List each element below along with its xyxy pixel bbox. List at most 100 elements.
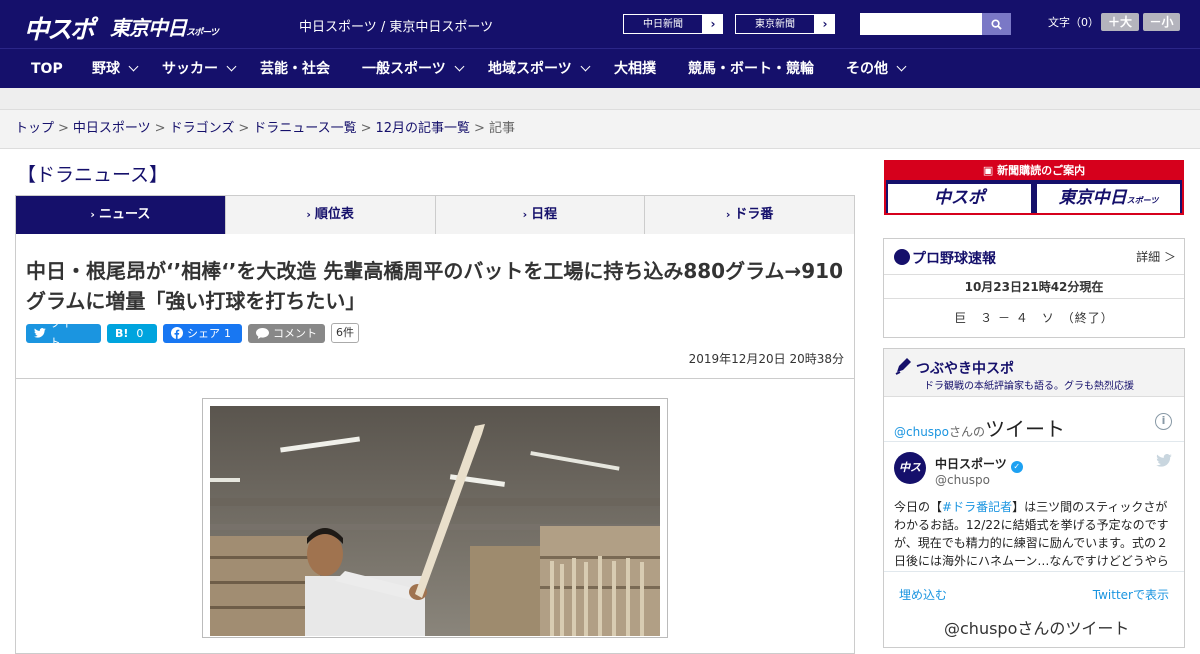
breadcrumb-separator: > (58, 121, 69, 136)
tweet-author-handle[interactable]: @chuspo (935, 473, 990, 487)
breadcrumb-link-chunichi-sports[interactable]: 中日スポーツ (73, 121, 151, 136)
breadcrumb-link-top[interactable]: トップ (15, 121, 54, 136)
tokyo-chunichi-logo[interactable]: 東京中日スポーツ (110, 12, 219, 41)
view-on-twitter-link[interactable]: Twitterで表示 (1093, 586, 1169, 603)
caret-right-icon: › (306, 208, 311, 221)
chunichi-shimbun-link[interactable]: 中日新聞 › (622, 13, 724, 35)
nav-item-soccer[interactable]: サッカー (162, 49, 237, 89)
article-photo[interactable] (210, 406, 660, 636)
tweets-handle-suffix: さんの (949, 425, 986, 439)
chevron-down-icon (226, 61, 237, 72)
tab-label: 順位表 (314, 207, 354, 222)
font-smaller-button[interactable]: －小 (1143, 13, 1180, 31)
site-header: 中スポ 東京中日スポーツ 中日スポーツ / 東京中日スポーツ 中日新聞 › 東京… (0, 0, 1200, 48)
facebook-count: 1 (224, 326, 231, 340)
tweets-handle-link[interactable]: @chuspo (894, 425, 949, 439)
font-larger-button[interactable]: ＋大 (1101, 13, 1139, 31)
subscribe-chuspo-logo: 中スポ (888, 184, 1031, 213)
twitter-bird-icon (34, 328, 46, 338)
subscription-header: ▣ 新聞購読のご案内 (886, 162, 1182, 180)
baseball-scores-widget: プロ野球速報 詳細 ＞ 10月23日21時42分現在 巨 ３ － ４ ソ （終了… (883, 238, 1185, 338)
chevron-down-icon (580, 61, 591, 72)
tokyo-logo-small: スポーツ (186, 28, 219, 38)
tab-standings[interactable]: › 順位表 (226, 196, 436, 234)
tweet-text-pre: 今日の【 (894, 500, 943, 514)
site-title: 中日スポーツ / 東京中日スポーツ (299, 20, 494, 35)
nav-item-other[interactable]: その他 (846, 49, 907, 89)
nav-item-general-sports[interactable]: 一般スポーツ (362, 49, 465, 89)
facebook-share-button[interactable]: シェア 1 (163, 323, 242, 343)
caret-right-icon: › (725, 208, 731, 221)
nav-item-entertainment[interactable]: 芸能・社会 (260, 49, 330, 89)
baseball-icon (894, 249, 910, 265)
more-tweets-link[interactable]: @chuspoさんのツイート (944, 615, 1129, 639)
chuspo-logo[interactable]: 中スポ (24, 10, 95, 46)
divider (16, 378, 854, 379)
tweet-item[interactable]: 中スポ 中日スポーツ ✓ @chuspo 今日の【#ドラ番記者】は三ツ間のスティッ… (884, 442, 1184, 572)
pen-icon (895, 358, 911, 375)
tweet-author-label: 中日スポーツ (935, 457, 1007, 471)
caret-right-icon: › (90, 208, 95, 221)
subscription-header-label: 新聞購読のご案内 (997, 164, 1086, 177)
nav-item-label: 野球 (92, 61, 120, 77)
tab-dora-ban[interactable]: › ドラ番 (645, 196, 854, 234)
newspaper-icon: ▣ (982, 164, 998, 177)
breadcrumb-separator: > (360, 121, 372, 136)
search-icon (991, 18, 1002, 30)
avatar[interactable]: 中スポ (894, 452, 926, 506)
breadcrumb-separator: > (238, 121, 250, 136)
nav-item-top[interactable]: TOP (31, 49, 63, 89)
tab-news[interactable]: › ニュース (16, 196, 226, 242)
search-input[interactable] (860, 13, 982, 35)
nav-item-baseball[interactable]: 野球 (92, 49, 139, 89)
tab-label: 日程 (531, 207, 558, 222)
twitter-bird-icon[interactable] (1156, 454, 1172, 467)
twitter-widget: つぶやき中スポ ドラ観戦の本紙評論家も語る。グラも熱烈応援 @chuspoさんの… (883, 348, 1185, 648)
main-nav: TOP 野球 サッカー 芸能・社会 一般スポーツ 地域スポーツ 大相撲 競馬・ボ… (0, 48, 1200, 88)
breadcrumb-link-december[interactable]: 12月の記事一覧 (376, 121, 471, 136)
font-size-label: 文字（0） (1048, 16, 1099, 29)
nav-item-label: TOP (31, 61, 63, 77)
article-headline: 中日・根尾昂が‘’相棒‘’を大改造 先輩高橋周平のバットを工場に持ち込み880グ… (26, 259, 844, 313)
comment-button[interactable]: コメント (248, 323, 325, 343)
caret-right-icon: › (522, 208, 528, 221)
nav-item-label: 競馬・ボート・競輪 (688, 61, 814, 77)
tab-schedule[interactable]: › 日程 (436, 196, 646, 234)
nav-item-label: 地域スポーツ (488, 61, 572, 77)
nav-item-local-sports[interactable]: 地域スポーツ (488, 49, 591, 89)
nav-item-racing[interactable]: 競馬・ボート・競輪 (688, 49, 814, 89)
info-icon[interactable]: i (1155, 413, 1172, 430)
nav-item-sumo[interactable]: 大相撲 (614, 49, 656, 89)
tweets-handle: @chuspoさんのツイート (894, 413, 1065, 442)
subscribe-tokyo-logo: 東京中日スポーツ (1037, 184, 1180, 213)
subscription-banner[interactable]: ▣ 新聞購読のご案内 中スポ 東京中日スポーツ (884, 160, 1184, 215)
tweet-text: 今日の【#ドラ番記者】は三ツ間のスティックさがわかるお話。12/22に結婚式を挙… (894, 498, 1176, 570)
chevron-down-icon (896, 61, 907, 72)
tweet-label: ツイート (49, 317, 83, 349)
embed-link[interactable]: 埋め込む (899, 586, 947, 603)
nav-item-label: 一般スポーツ (362, 61, 446, 77)
hatena-label: B! (115, 326, 129, 340)
tokyo-shimbun-link[interactable]: 東京新聞 › (734, 13, 836, 35)
scores-detail-link[interactable]: 詳細 ＞ (1136, 248, 1176, 265)
breadcrumb-link-dragons[interactable]: ドラゴンズ (170, 121, 235, 136)
tweet-button[interactable]: ツイート (26, 317, 101, 349)
subscribe-tokyo-small: スポーツ (1126, 196, 1159, 205)
chevron-down-icon (454, 61, 465, 72)
tweets-footer: 埋め込む Twitterで表示 (884, 572, 1184, 618)
nav-item-label: 芸能・社会 (260, 61, 330, 77)
search-button[interactable] (982, 13, 1011, 35)
hashtag-link[interactable]: #ドラ番記者 (942, 500, 1012, 514)
facebook-label: シェア (187, 326, 220, 340)
breadcrumb: トップ > 中日スポーツ > ドラゴンズ > ドラニュース一覧 >12月の記事一覧 > 記事 (0, 110, 1200, 149)
section-title: 【ドラニュース】 (17, 164, 169, 186)
twitter-widget-header: つぶやき中スポ ドラ観戦の本紙評論家も語る。グラも熱烈応援 (884, 349, 1184, 397)
scores-header: プロ野球速報 詳細 ＞ (884, 239, 1184, 275)
breadcrumb-link-dora-news[interactable]: ドラニュース一覧 (253, 121, 356, 136)
tweet-author-name[interactable]: 中日スポーツ ✓ (935, 455, 1023, 473)
hatena-bookmark-button[interactable]: B! 0 (107, 323, 157, 343)
scores-title: プロ野球速報 (912, 251, 996, 267)
chevron-right-icon: › (710, 17, 716, 31)
publish-date: 2019年12月20日 20時38分 (688, 352, 844, 366)
tab-label: ニュース (98, 207, 151, 222)
